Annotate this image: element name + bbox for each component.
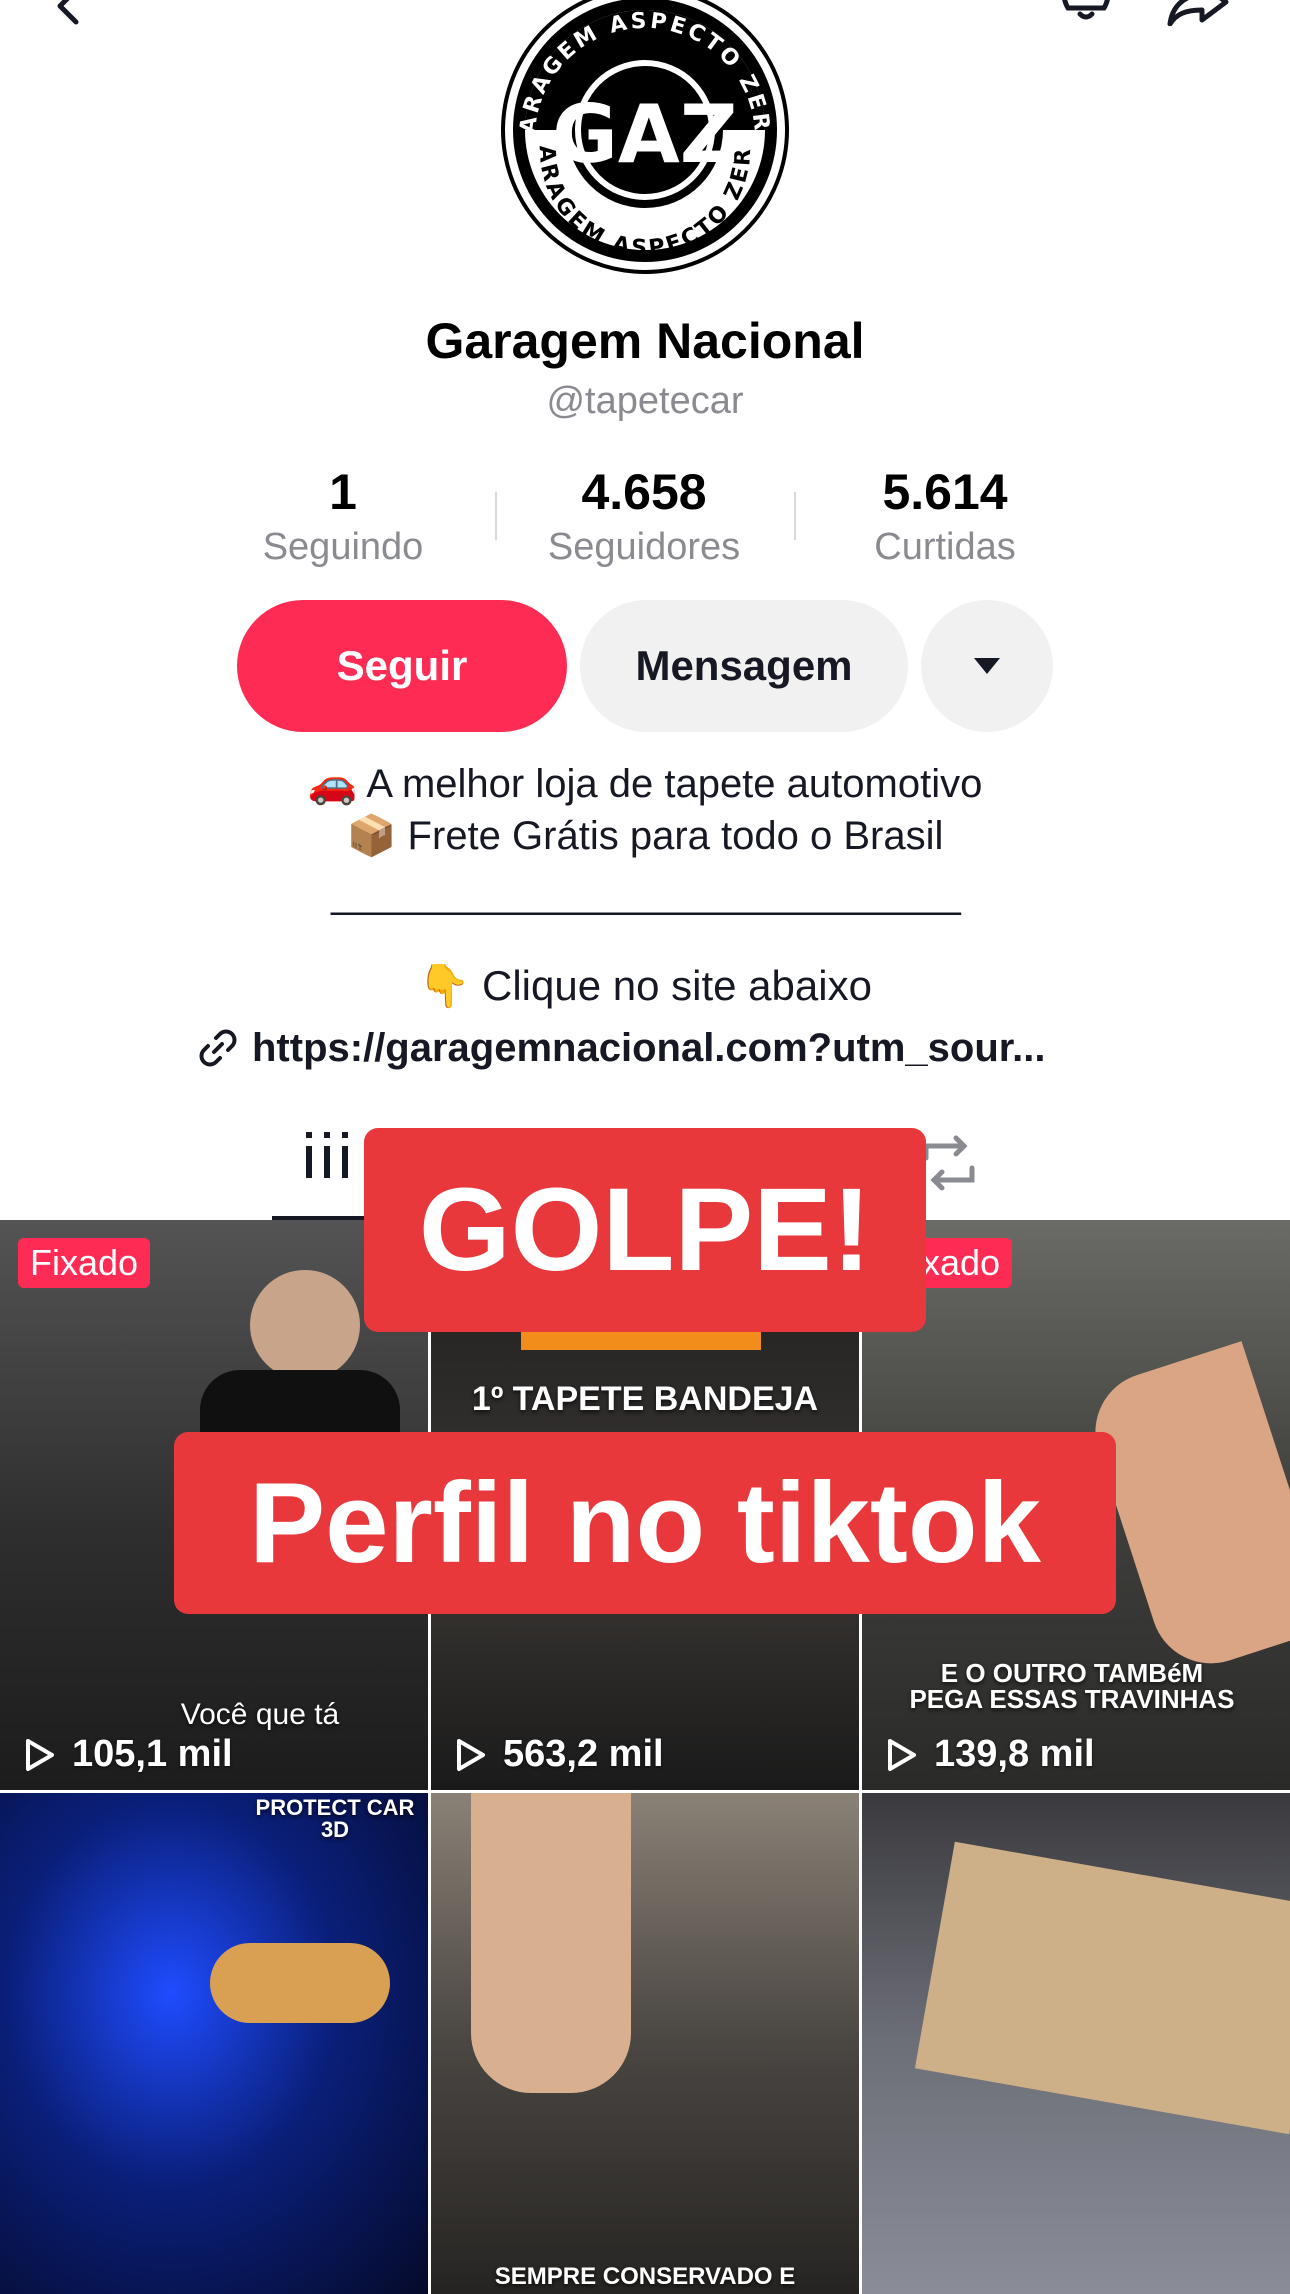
view-count: 563,2 mil	[449, 1733, 664, 1776]
video-caption: 1º TAPETE BANDEJA	[471, 1380, 819, 1418]
stat-followers[interactable]: 4.658 Seguidores	[524, 462, 764, 572]
stat-value: 1	[329, 464, 357, 520]
profile-handle: @tapetecar	[546, 380, 744, 422]
video-caption: Você que tá	[180, 1698, 340, 1731]
stat-likes[interactable]: 5.614 Curtidas	[825, 462, 1065, 572]
bio-link-text: https://garagemnacional.com?utm_sour...	[252, 1025, 1046, 1070]
stats-row: 1 Seguindo 4.658 Seguidores 5.614 Curtid…	[0, 462, 1290, 572]
video-tile[interactable]	[862, 1793, 1290, 2294]
play-icon	[888, 1738, 916, 1771]
video-caption: SEMPRE CONSERVADO E	[494, 2263, 796, 2290]
shoe-thumbnail	[210, 1943, 390, 2023]
bio-line: 📦 Frete Grátis para todo o Brasil	[346, 814, 944, 858]
link-icon	[199, 1029, 237, 1067]
bio: 🚗 A melhor loja de tapete automotivo 📦 F…	[0, 758, 1290, 862]
stat-label: Curtidas	[874, 526, 1016, 568]
play-icon	[457, 1738, 485, 1771]
view-count-text: 563,2 mil	[503, 1733, 664, 1775]
profile-name: Garagem Nacional	[425, 313, 865, 369]
video-tile[interactable]: SEMPRE CONSERVADO E	[431, 1793, 859, 2294]
bio-line: 🚗 A melhor loja de tapete automotivo	[307, 762, 983, 806]
more-options-button[interactable]	[921, 600, 1053, 732]
stat-divider	[794, 492, 796, 540]
stat-value: 5.614	[882, 464, 1008, 520]
view-count: 105,1 mil	[18, 1733, 233, 1776]
scam-warning-banner: GOLPE!	[364, 1128, 926, 1332]
stat-value: 4.658	[581, 464, 707, 520]
view-count-text: 139,8 mil	[934, 1733, 1095, 1775]
video-grid: Fixado Você que tá 105,1 mil 1º TAPETE B…	[0, 1220, 1290, 2294]
bio-link[interactable]: https://garagemnacional.com?utm_sour...	[196, 1020, 1096, 1076]
view-count: 139,8 mil	[880, 1733, 1095, 1776]
follow-button[interactable]: Seguir	[237, 600, 567, 732]
view-count-text: 105,1 mil	[72, 1733, 233, 1775]
avatar-initials: GAZ	[552, 88, 738, 181]
bell-icon[interactable]	[1058, 0, 1114, 24]
bio-cta: 👇 Clique no site abaixo	[418, 962, 872, 1009]
leg-thumbnail	[471, 1793, 631, 2093]
video-caption: PROTECT CAR 3D	[255, 1795, 415, 1842]
share-icon[interactable]	[1166, 0, 1230, 26]
bio-separator: _______________________________	[331, 872, 961, 916]
stat-label: Seguindo	[262, 526, 424, 568]
person-thumbnail	[250, 1270, 360, 1380]
video-caption: E O OUTRO TAMBéM PEGA ESSAS TRAVINHAS	[909, 1658, 1235, 1714]
stat-divider	[495, 492, 497, 540]
back-arrow-icon[interactable]	[50, 0, 90, 26]
play-icon	[26, 1738, 54, 1771]
video-thumbnail	[0, 1793, 428, 2294]
orange-banner	[521, 1330, 761, 1350]
avatar[interactable]: GARAGEM ASPECTO ZERO GARAGEM ASPECTO ZER…	[489, 0, 790, 276]
stat-following[interactable]: 1 Seguindo	[223, 462, 463, 572]
pinned-badge: Fixado	[18, 1238, 151, 1288]
video-tile[interactable]: PROTECT CAR 3D	[0, 1793, 428, 2294]
profile-warning-banner: Perfil no tiktok	[174, 1432, 1116, 1614]
stat-label: Seguidores	[547, 526, 741, 568]
caret-down-icon	[974, 658, 1000, 674]
profile-actions: Seguir Mensagem	[0, 600, 1290, 734]
message-button[interactable]: Mensagem	[580, 600, 908, 732]
